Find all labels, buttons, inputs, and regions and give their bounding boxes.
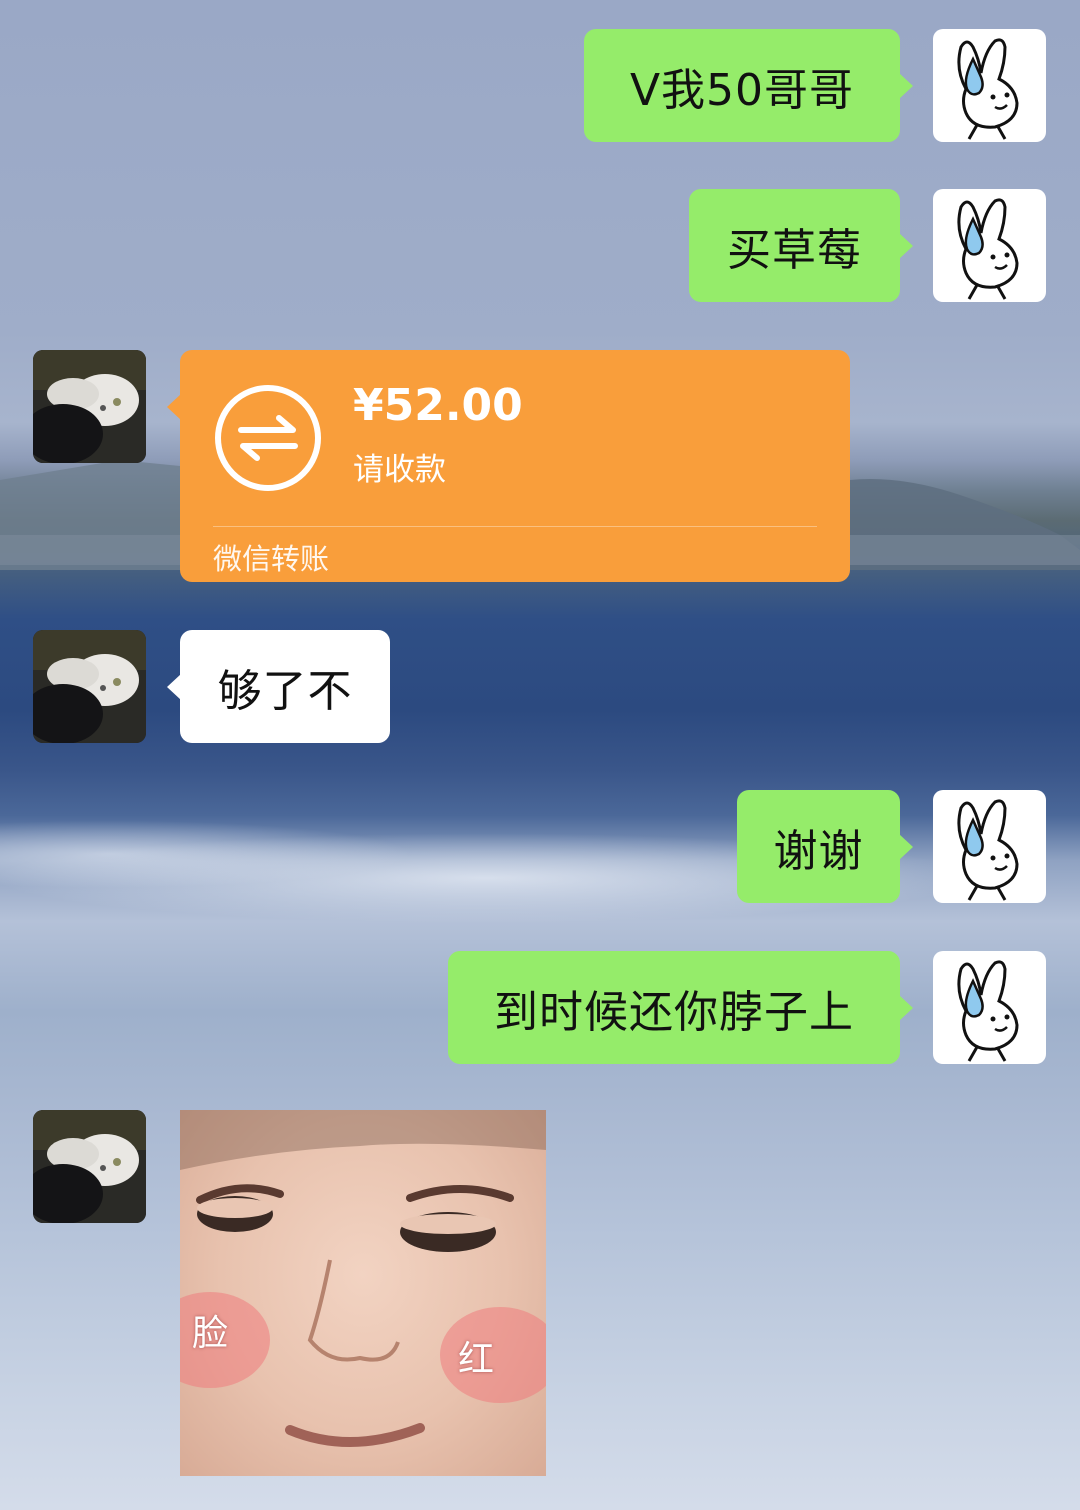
transfer-footer-label: 微信转账 [213, 542, 330, 576]
other-message-bubble[interactable]: 够了不 [167, 630, 390, 743]
transfer-arrows-icon [215, 385, 321, 491]
transfer-card[interactable]: ¥52.00 请收款 微信转账 [167, 350, 850, 582]
message-text: 买草莓 [727, 224, 862, 276]
blushing-face-sticker[interactable]: 脸 红 [180, 1110, 546, 1476]
blushing-face-image [180, 1110, 546, 1447]
message-text: 谢谢 [773, 825, 864, 877]
bunny-icon [957, 960, 1019, 1062]
cat-avatar[interactable] [33, 350, 146, 463]
transfer-divider [213, 526, 817, 527]
bunny-icon [957, 198, 1019, 300]
message-text: V我50哥哥 [629, 64, 855, 116]
my-message-bubble[interactable]: 到时候还你脖子上 [448, 951, 913, 1064]
bunny-avatar[interactable] [933, 951, 1046, 1064]
cat-icon [33, 630, 146, 743]
bunny-avatar[interactable] [933, 29, 1046, 142]
my-message-bubble[interactable]: 买草莓 [689, 189, 913, 302]
transfer-amount: ¥52.00 [353, 380, 523, 431]
cat-avatar[interactable] [33, 630, 146, 743]
my-message-bubble[interactable]: 谢谢 [737, 790, 913, 903]
transfer-status: 请收款 [353, 452, 446, 488]
cat-avatar[interactable] [33, 1110, 146, 1223]
cat-icon [33, 1110, 146, 1223]
sticker-label-right: 红 [458, 1339, 495, 1380]
message-text: 够了不 [217, 665, 353, 717]
bunny-avatar[interactable] [933, 790, 1046, 903]
message-text: 到时候还你脖子上 [494, 986, 854, 1038]
my-message-bubble[interactable]: V我50哥哥 [584, 29, 913, 142]
bunny-icon [957, 38, 1019, 140]
bunny-icon [957, 799, 1019, 901]
bunny-avatar[interactable] [933, 189, 1046, 302]
sticker-label-left: 脸 [192, 1313, 229, 1354]
background-foam [0, 790, 1080, 950]
cat-icon [33, 350, 146, 463]
